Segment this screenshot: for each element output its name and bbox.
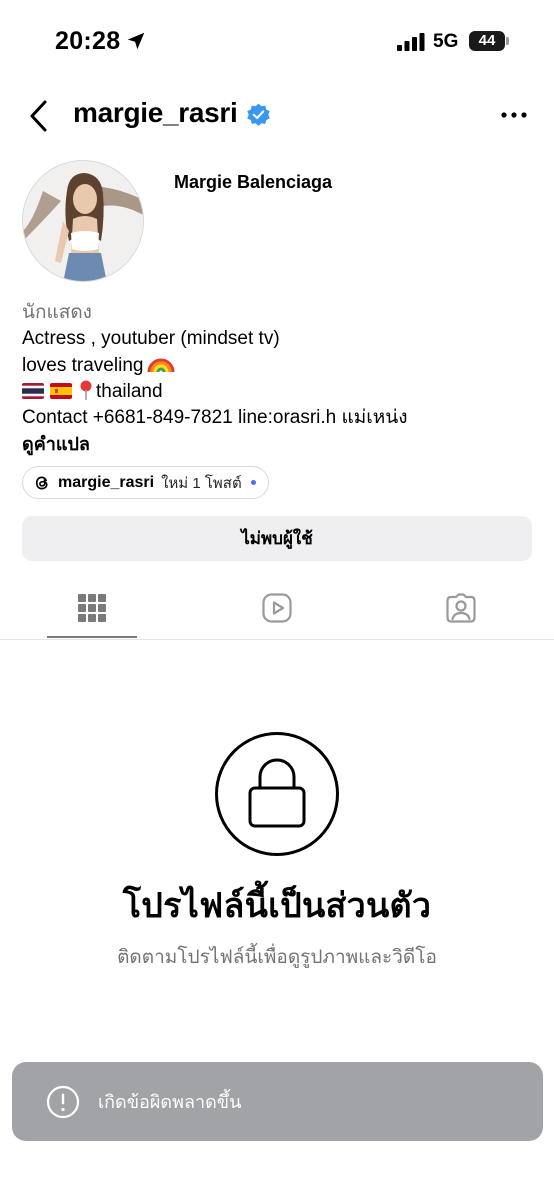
rainbow-emoji-icon: [147, 358, 175, 373]
bio-location: thailand: [96, 381, 163, 402]
private-profile-title: โปรไฟล์นี้เป็นส่วนตัว: [122, 887, 432, 925]
bio-line-3: thailand: [22, 379, 542, 405]
active-tab-indicator: [47, 636, 137, 638]
error-toast[interactable]: เกิดข้อผิดพลาดขึ้น: [12, 1062, 543, 1141]
threads-icon: [35, 476, 48, 489]
bio-line-2: loves traveling: [22, 352, 542, 379]
location-arrow-icon: [127, 32, 145, 50]
tagged-icon: [446, 593, 476, 623]
status-bar: 20:28 5G 44: [0, 0, 554, 84]
profile-category: นักแสดง: [22, 302, 92, 323]
profile-avatar[interactable]: [22, 160, 144, 282]
network-label: 5G: [433, 31, 459, 52]
signal-icon: [397, 33, 425, 51]
chevron-left-icon[interactable]: [26, 99, 52, 133]
threads-new-posts: ใหม่ 1 โพสต์: [161, 474, 242, 492]
tab-tagged[interactable]: [416, 588, 506, 638]
reels-icon: [262, 593, 292, 623]
grid-icon: [78, 594, 106, 622]
pin-icon: [80, 380, 92, 400]
thai-flag-icon: [22, 383, 44, 399]
threads-handle: margie_rasri: [58, 473, 155, 491]
threads-badge[interactable]: margie_rasri ใหม่ 1 โพสต์: [22, 466, 269, 499]
see-translation-link[interactable]: ดูคำแปล: [22, 431, 542, 457]
avatar-photo: [23, 161, 143, 281]
battery-cap: [506, 37, 509, 45]
alert-circle-icon: [46, 1085, 80, 1118]
display-name: Margie Balenciaga: [174, 172, 333, 192]
bio-line-2-text: loves traveling: [22, 355, 144, 376]
battery-icon: 44: [469, 31, 505, 51]
lock-icon: [215, 732, 339, 856]
tab-reels[interactable]: [232, 588, 322, 638]
profile-bio: นักแสดง Actress , youtuber (mindset tv) …: [22, 300, 542, 457]
profile-username: margie_rasri: [73, 97, 238, 128]
tab-posts-grid[interactable]: [47, 588, 137, 638]
spain-flag-icon: [50, 383, 72, 399]
bio-line-1: Actress , youtuber (mindset tv): [22, 328, 280, 349]
tabs-divider: [0, 639, 554, 640]
bio-line-4: Contact +6681-849-7821 line:orasri.h แม่…: [22, 407, 408, 428]
private-profile-subtitle: ติดตามโปรไฟล์นี้เพื่อดูรูปภาพและวิดีโอ: [117, 947, 437, 968]
status-time: 20:28: [55, 27, 121, 55]
threads-unread-dot: [250, 480, 256, 485]
toast-message: เกิดข้อผิดพลาดขึ้น: [98, 1092, 242, 1112]
user-not-found-button[interactable]: ไม่พบผู้ใช้: [22, 516, 532, 561]
more-horizontal-icon[interactable]: [500, 110, 530, 120]
verified-badge-icon: [247, 103, 270, 126]
